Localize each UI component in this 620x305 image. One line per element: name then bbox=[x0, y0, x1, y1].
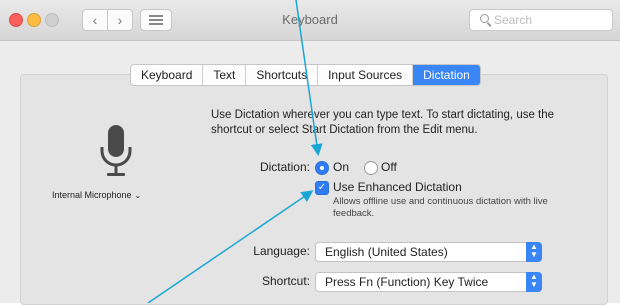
enhanced-dictation-note: Allows offline use and continuous dictat… bbox=[333, 196, 548, 219]
enhanced-dictation-checkbox[interactable]: ✓ bbox=[315, 181, 329, 195]
popup-stepper-icon: ▲ ▼ bbox=[526, 272, 542, 292]
tab-shortcuts[interactable]: Shortcuts bbox=[246, 65, 319, 85]
search-field[interactable]: Search bbox=[469, 9, 613, 31]
tab-dictation[interactable]: Dictation bbox=[413, 65, 480, 85]
chevron-down-icon: ⌄ bbox=[134, 191, 142, 200]
tab-input-sources[interactable]: Input Sources bbox=[318, 65, 414, 85]
microphone-label: Internal Microphone bbox=[52, 190, 132, 200]
keyboard-preferences-window: ‹ › Keyboard Search Keyboard Text Shortc… bbox=[0, 0, 620, 305]
search-icon bbox=[480, 14, 489, 23]
search-placeholder: Search bbox=[494, 13, 533, 27]
language-value: English (United States) bbox=[325, 245, 448, 259]
shortcut-label: Shortcut: bbox=[261, 274, 310, 288]
popup-stepper-icon: ▲ ▼ bbox=[526, 242, 542, 262]
microphone-selector[interactable]: Internal Microphone ⌄ bbox=[52, 190, 141, 200]
dictation-on-radio[interactable] bbox=[315, 161, 329, 175]
dictation-off-radio[interactable] bbox=[364, 161, 378, 175]
tab-keyboard[interactable]: Keyboard bbox=[131, 65, 204, 85]
dictation-off-label[interactable]: Off bbox=[381, 160, 397, 174]
dictation-on-label[interactable]: On bbox=[333, 160, 349, 174]
title-bar: ‹ › Keyboard Search bbox=[0, 0, 620, 41]
language-label: Language: bbox=[253, 244, 310, 258]
microphone-icon bbox=[100, 125, 132, 176]
tab-bar: Keyboard Text Shortcuts Input Sources Di… bbox=[130, 64, 481, 86]
dictation-label: Dictation: bbox=[259, 160, 310, 174]
enhanced-dictation-label[interactable]: Use Enhanced Dictation bbox=[333, 180, 462, 194]
shortcut-popup[interactable]: Press Fn (Function) Key Twice ▲ ▼ bbox=[315, 272, 542, 292]
shortcut-value: Press Fn (Function) Key Twice bbox=[325, 275, 489, 289]
tab-text[interactable]: Text bbox=[203, 65, 247, 85]
language-popup[interactable]: English (United States) ▲ ▼ bbox=[315, 242, 542, 262]
dictation-description: Use Dictation wherever you can type text… bbox=[211, 109, 555, 136]
